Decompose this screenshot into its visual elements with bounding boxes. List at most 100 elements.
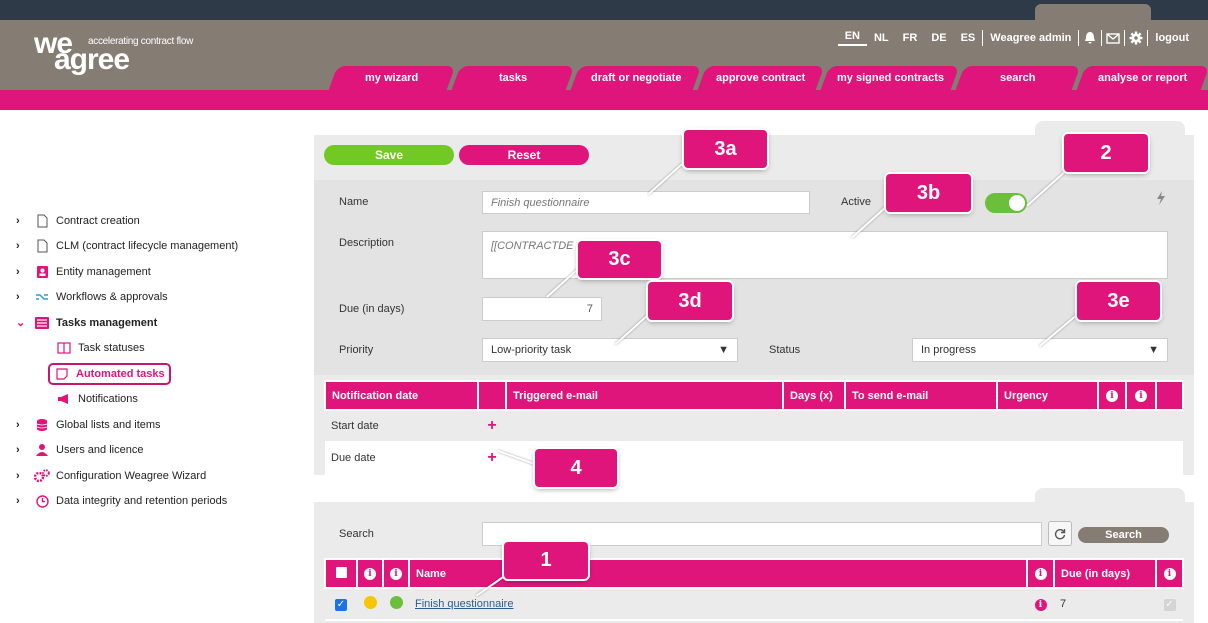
reset-button[interactable]: Reset: [459, 145, 589, 165]
sidebar-item-contract-creation[interactable]: › Contract creation: [16, 208, 296, 234]
search-button[interactable]: Search: [1078, 527, 1169, 543]
sidebar-sub-notifications[interactable]: Notifications: [16, 387, 296, 413]
info-icon[interactable]: i: [1106, 390, 1118, 402]
tab-my-wizard[interactable]: my wizard: [328, 66, 456, 90]
info-icon[interactable]: i: [390, 568, 402, 580]
due-label: Due (in days): [339, 303, 405, 315]
tab-my-signed-contracts[interactable]: my signed contracts: [820, 66, 960, 90]
green-status-dot: [389, 596, 403, 609]
sidebar-item-workflows[interactable]: › Workflows & approvals: [16, 285, 296, 311]
sidebar-item-tasks-management[interactable]: ⌄ Tasks management: [16, 310, 296, 336]
sidebar-item-label: Configuration Weagree Wizard: [56, 469, 207, 482]
status-dot-cell: [383, 588, 409, 621]
caret-down-icon: ▼: [718, 344, 729, 356]
document-icon: [34, 239, 50, 253]
col-days-x: Days (x): [782, 380, 846, 411]
lang-nl[interactable]: NL: [867, 32, 896, 44]
chevron-right-icon: ›: [16, 469, 20, 482]
tab-draft-or-negotiate[interactable]: draft or negotiate: [570, 66, 702, 90]
lang-de[interactable]: DE: [924, 32, 953, 44]
document-icon: [34, 214, 50, 228]
col-urgency: Urgency: [996, 380, 1099, 411]
gears-icon: [34, 468, 50, 483]
sidebar-sub-task-statuses[interactable]: Task statuses: [16, 336, 296, 362]
col-to-send-email: To send e-mail: [844, 380, 998, 411]
sidebar-item-data-integrity[interactable]: › Data integrity and retention periods: [16, 489, 296, 515]
user-name[interactable]: Weagree admin: [983, 32, 1078, 44]
row-due-date: Due date: [325, 442, 478, 475]
sidebar-item-configuration[interactable]: › Configuration Weagree Wizard: [16, 463, 296, 489]
lightning-icon[interactable]: [1156, 191, 1166, 205]
due-days-field[interactable]: 7: [482, 297, 602, 321]
logout-link[interactable]: logout: [1148, 32, 1196, 44]
panel-notch: [1035, 488, 1185, 502]
tab-approve-contract[interactable]: approve contract: [697, 66, 825, 90]
lang-es[interactable]: ES: [954, 32, 983, 44]
entity-icon: [34, 265, 50, 279]
select-all-checkbox[interactable]: [335, 566, 347, 578]
note-icon: [54, 367, 70, 381]
caret-down-icon: ▼: [1148, 344, 1159, 356]
accent-bar: [0, 90, 1208, 110]
sidebar-item-label: Entity management: [56, 265, 151, 278]
sidebar-item-label: Task statuses: [78, 342, 145, 355]
lang-en[interactable]: EN: [837, 30, 867, 46]
gear-icon[interactable]: [1129, 31, 1143, 45]
lang-fr[interactable]: FR: [896, 32, 925, 44]
megaphone-icon: [56, 392, 72, 406]
main-nav: my wizard tasks draft or negotiate appro…: [0, 66, 1208, 90]
info-icon[interactable]: i: [364, 568, 376, 580]
table-row: Due date +: [325, 442, 1183, 475]
row-start-date: Start date: [325, 410, 478, 443]
chevron-right-icon: ›: [16, 495, 20, 508]
refresh-button[interactable]: [1048, 521, 1072, 546]
name-field[interactable]: Finish questionnaire: [482, 191, 810, 214]
empty-cell: [506, 410, 1183, 443]
tab-analyse-or-report[interactable]: analyse or report: [1076, 66, 1208, 90]
row-checkbox[interactable]: ✓: [335, 598, 347, 611]
status-value: In progress: [921, 344, 977, 356]
chevron-down-icon: ⌄: [16, 317, 26, 330]
info-icon[interactable]: i: [1034, 568, 1047, 580]
add-due-date-button[interactable]: +: [478, 442, 506, 475]
info-icon[interactable]: i: [1034, 598, 1047, 611]
table-row: ✓ Finish questionnaire i 7 ✓: [325, 588, 1183, 621]
sidebar-item-global-lists[interactable]: › Global lists and items: [16, 412, 296, 438]
sidebar-item-label: Tasks management: [56, 316, 158, 329]
info-icon[interactable]: i: [1135, 390, 1147, 402]
status-dot-cell: [357, 588, 383, 621]
sidebar-item-label: CLM (contract lifecycle management): [56, 240, 239, 253]
active-toggle[interactable]: [985, 193, 1027, 213]
sidebar-sub-automated-tasks[interactable]: Automated tasks: [16, 361, 296, 387]
info-icon[interactable]: i: [1163, 568, 1176, 580]
tab-search[interactable]: search: [955, 66, 1081, 90]
callout-3b: 3b: [886, 174, 971, 212]
task-name-link[interactable]: Finish questionnaire: [415, 598, 513, 610]
panel-notch: [1035, 121, 1185, 135]
save-button[interactable]: Save: [324, 145, 454, 165]
sidebar-item-users[interactable]: › Users and licence: [16, 438, 296, 464]
mail-icon[interactable]: [1106, 31, 1121, 45]
tab-tasks[interactable]: tasks: [451, 66, 575, 90]
sidebar-item-label: Workflows & approvals: [56, 291, 168, 304]
weagree-logo[interactable]: we agree accelerating contract flow: [34, 29, 193, 75]
sidebar-item-label: Data integrity and retention periods: [56, 495, 228, 508]
col-info-c: i: [1026, 558, 1055, 589]
callout-4: 4: [535, 449, 617, 487]
divider: [1124, 30, 1126, 46]
divider: [1101, 30, 1103, 46]
callout-3c: 3c: [578, 241, 661, 278]
sidebar-item-clm[interactable]: › CLM (contract lifecycle management): [16, 234, 296, 260]
tasks-list-table: i i Name i Due (in days) i ✓ Finish ques…: [324, 558, 1184, 621]
status-select[interactable]: In progress ▼: [912, 338, 1168, 362]
divider: [1078, 30, 1080, 46]
callout-3d: 3d: [648, 282, 732, 320]
database-icon: [34, 418, 50, 432]
active-selection-box[interactable]: Automated tasks: [48, 362, 171, 385]
bell-icon[interactable]: [1083, 31, 1097, 45]
chevron-right-icon: ›: [16, 265, 20, 278]
sidebar-item-entity-management[interactable]: › Entity management: [16, 259, 296, 285]
due-cell: 7: [1054, 588, 1156, 621]
add-start-date-button[interactable]: +: [478, 410, 506, 443]
priority-select[interactable]: Low-priority task ▼: [482, 338, 738, 362]
